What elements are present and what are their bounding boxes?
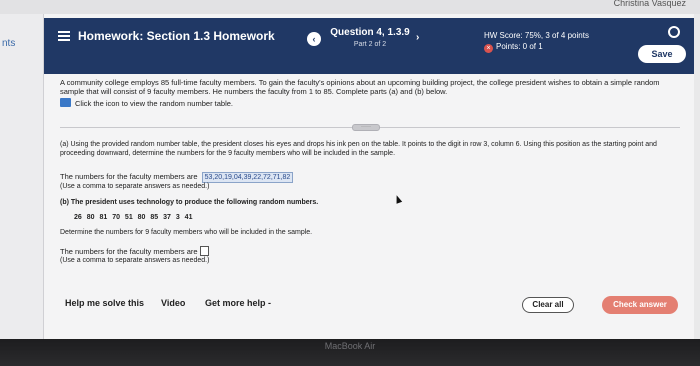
part-b-answer-label: The numbers for the faculty members are	[60, 247, 198, 256]
help-me-solve-button[interactable]: Help me solve this	[65, 298, 144, 308]
random-number-table-link[interactable]: Click the icon to view the random number…	[60, 98, 233, 108]
part-b-answer-line: The numbers for the faculty members are	[60, 246, 209, 256]
bezel-label: MacBook Air	[324, 341, 376, 351]
left-sliver-panel: nts	[0, 14, 44, 366]
part-a-answer-line: The numbers for the faculty members are …	[60, 172, 294, 183]
screen: Christina Vasquez nts Homework: Section …	[0, 0, 700, 366]
part-a-answer-field[interactable]: 53,20,19,04,39,22,72,71,82	[201, 172, 294, 183]
incorrect-icon: ×	[484, 44, 493, 53]
part-a-text: (a) Using the provided random number tab…	[60, 141, 657, 157]
random-numbers: 26 80 81 70 51 80 85 37 3 41	[74, 214, 193, 221]
part-b-hint: (Use a comma to separate answers as need…	[60, 257, 210, 264]
homework-panel: Homework: Section 1.3 Homework ‹ Questio…	[44, 14, 694, 366]
points-text: Points: 0 of 1	[496, 42, 543, 51]
settings-gear-icon[interactable]	[668, 26, 680, 38]
top-strip: Christina Vasquez	[0, 0, 700, 14]
divider-handle[interactable]: ·····	[352, 124, 380, 131]
user-name: Christina Vasquez	[613, 0, 686, 8]
mouse-cursor-icon	[393, 194, 403, 204]
next-question-button[interactable]: ›	[416, 32, 419, 43]
get-more-help-button[interactable]: Get more help -	[205, 298, 271, 308]
question-part: Part 2 of 2	[353, 41, 387, 48]
question-title: Question 4, 1.3.9	[330, 27, 410, 38]
video-button[interactable]: Video	[161, 298, 185, 308]
table-icon[interactable]	[60, 98, 71, 107]
part-a-hint: (Use a comma to separate answers as need…	[60, 183, 210, 190]
question-intro: A community college employs 85 full-time…	[60, 78, 660, 96]
table-link-text: Click the icon to view the random number…	[75, 99, 233, 108]
part-a-answer-label: The numbers for the faculty members are	[60, 172, 198, 181]
part-b-instruction: Determine the numbers for 9 faculty memb…	[60, 229, 313, 236]
previous-question-button[interactable]: ‹	[307, 32, 321, 46]
menu-icon[interactable]	[58, 31, 70, 41]
clear-all-button[interactable]: Clear all	[522, 297, 574, 313]
check-answer-button[interactable]: Check answer	[602, 296, 678, 314]
hw-score: HW Score: 75%, 3 of 4 points	[484, 31, 589, 40]
footer-bar: Help me solve this Video Get more help -…	[44, 290, 694, 320]
homework-header: Homework: Section 1.3 Homework ‹ Questio…	[44, 18, 694, 74]
left-sliver-link[interactable]: nts	[2, 38, 15, 49]
points: × Points: 0 of 1	[484, 42, 543, 53]
save-button[interactable]: Save	[638, 45, 686, 63]
part-b-answer-field[interactable]	[199, 246, 209, 256]
part-b-title: (b) The president uses technology to pro…	[60, 199, 319, 206]
homework-title: Homework: Section 1.3 Homework	[78, 29, 275, 43]
